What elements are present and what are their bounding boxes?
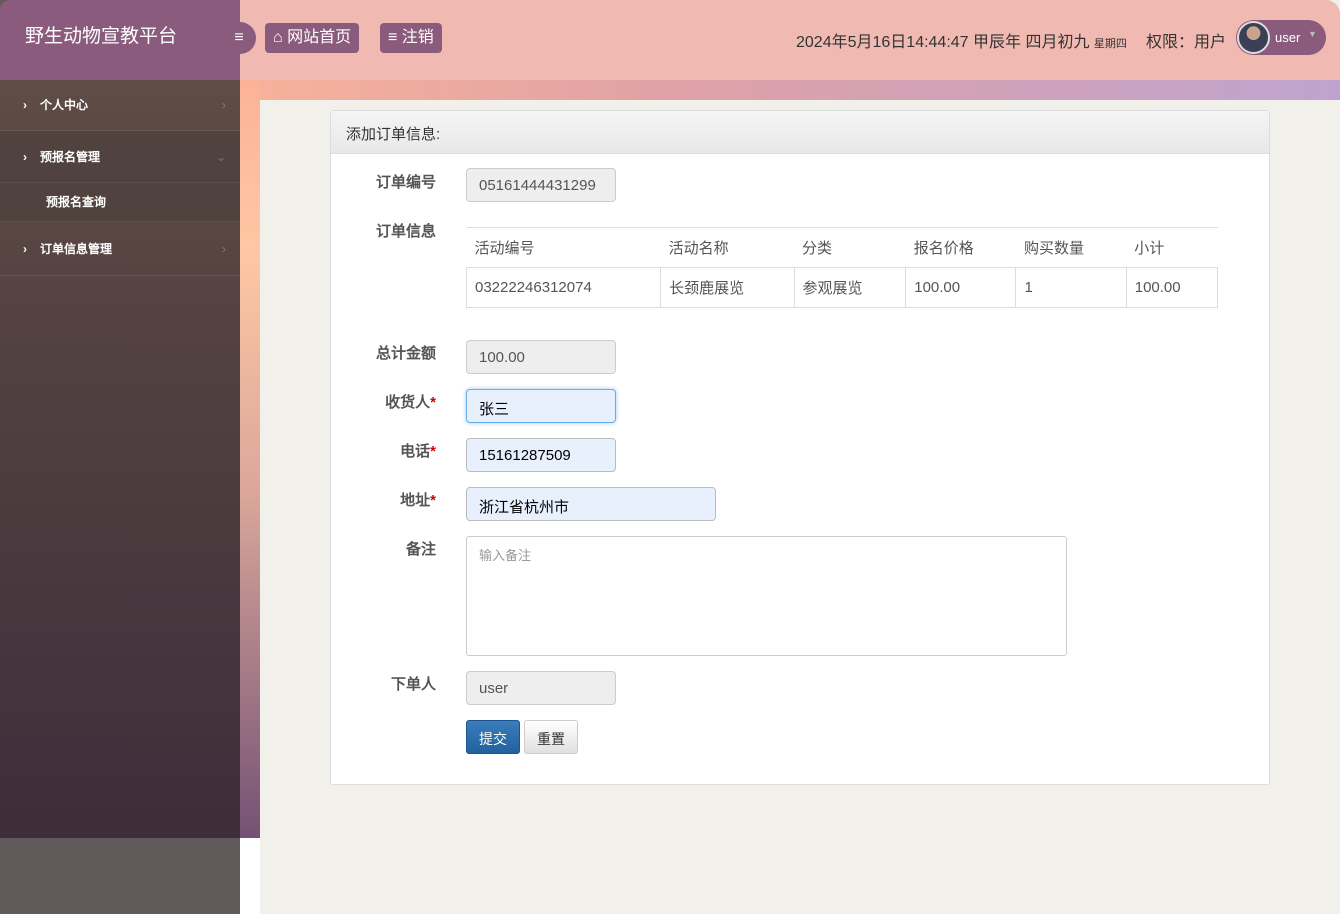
chevron-down-icon: ⌄ <box>215 150 226 164</box>
receiver-label: 收货人* <box>385 394 436 411</box>
total-label: 总计金额 <box>375 345 436 362</box>
address-label: 地址* <box>400 492 436 509</box>
caret-down-icon: ▼ <box>1308 29 1317 39</box>
sidebar-item-personal-center[interactable]: › 个人中心 › <box>0 80 240 131</box>
menu-icon: ≡ <box>388 29 398 46</box>
address-input[interactable]: 浙江省杭州市 <box>466 487 716 521</box>
permission-label: 权限：用户 <box>1146 34 1227 51</box>
chevron-right-icon: › <box>23 150 27 164</box>
menu-toggle-button[interactable]: ≡ <box>222 22 256 54</box>
user-menu[interactable]: user ▼ <box>1236 20 1326 55</box>
phone-label: 电话* <box>400 443 436 460</box>
home-icon: ⌂ <box>273 29 283 46</box>
datetime: 2024年5月16日14:44:47 甲辰年 四月初九 星期四 <box>796 34 1127 51</box>
app-title: 野生动物宣教平台 <box>0 0 240 80</box>
order-no-label: 订单编号 <box>375 174 436 191</box>
home-button[interactable]: ⌂ 网站首页 <box>265 23 360 53</box>
add-order-panel: 添加订单信息: 订单编号 05161444431299 订单信息 活动编号 活动名… <box>330 110 1270 785</box>
reset-button[interactable]: 重置 <box>524 720 578 754</box>
sidebar-item-order-management[interactable]: › 订单信息管理 › <box>0 222 240 276</box>
note-label: 备注 <box>405 541 436 558</box>
sidebar-subitem-preregistration-query[interactable]: 预报名查询 <box>0 183 240 222</box>
sidebar-item-preregistration[interactable]: › 预报名管理 ⌄ <box>0 131 240 183</box>
submit-button[interactable]: 提交 <box>466 720 520 754</box>
order-info-label: 订单信息 <box>375 223 436 240</box>
table-row: 03222246312074 长颈鹿展览 参观展览 100.00 1 100.00 <box>465 267 1219 308</box>
orderer-field[interactable]: user <box>466 671 616 705</box>
total-field[interactable]: 100.00 <box>466 340 616 374</box>
order-no-field[interactable]: 05161444431299 <box>466 168 616 202</box>
chevron-right-icon: › <box>23 242 27 256</box>
panel-title: 添加订单信息: <box>331 111 1269 154</box>
note-textarea[interactable]: 输入备注 <box>466 536 1067 656</box>
receiver-input[interactable]: 张三 <box>466 389 616 423</box>
order-items-table: 活动编号 活动名称 分类 报名价格 购买数量 小计 03222246312074 长颈鹿展览… <box>465 227 1219 308</box>
avatar <box>1237 21 1270 54</box>
orderer-label: 下单人 <box>390 676 436 693</box>
phone-input[interactable]: 15161287509 <box>466 438 616 472</box>
sidebar: 野生动物宣教平台 › 个人中心 › › 预报名管理 ⌄ 预报名查询 › 订单信息管理 › <box>0 0 240 914</box>
chevron-right-icon: › <box>222 98 226 112</box>
chevron-right-icon: › <box>222 242 226 256</box>
chevron-right-icon: › <box>23 98 27 112</box>
logout-button[interactable]: ≡ 注销 <box>380 23 442 53</box>
